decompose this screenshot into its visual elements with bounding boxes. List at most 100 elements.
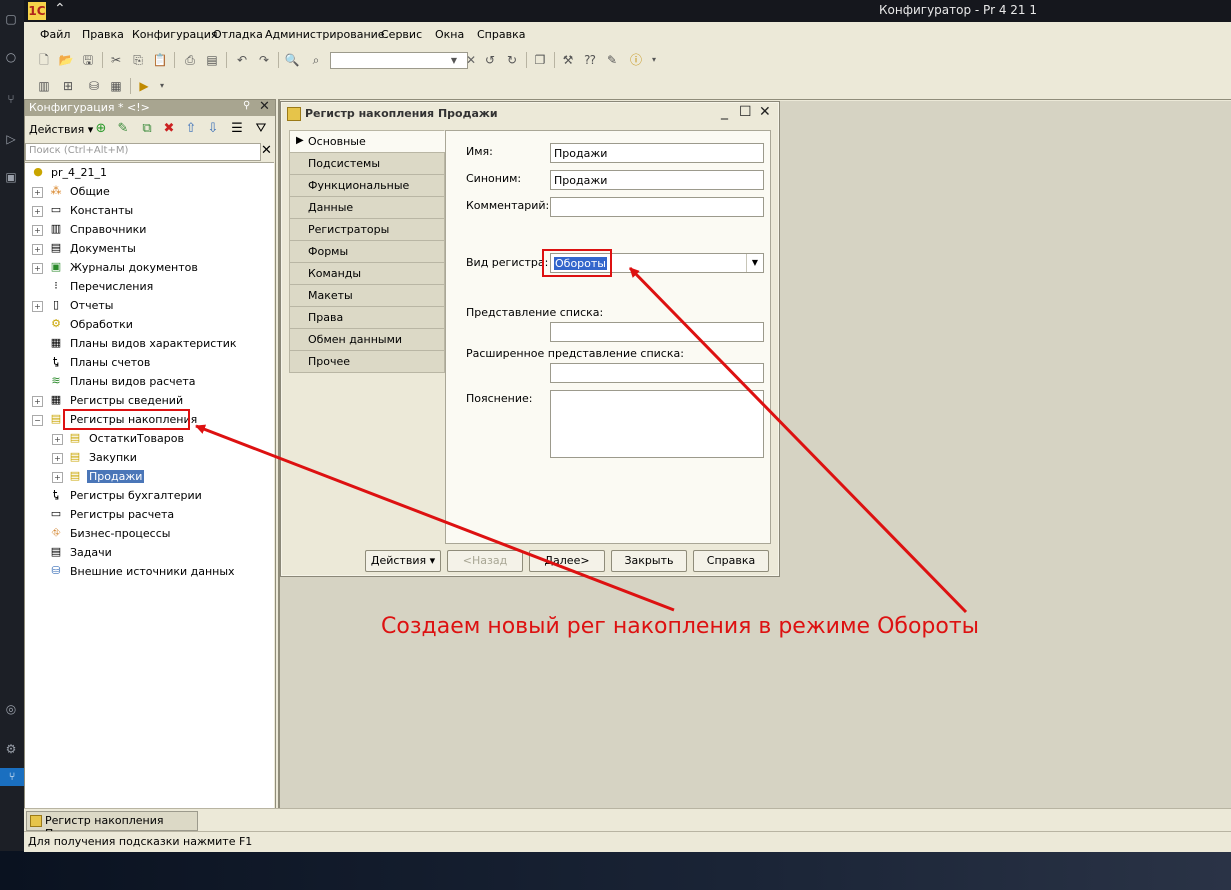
tab-data[interactable]: Данные bbox=[289, 196, 445, 219]
table-icon[interactable]: ▦ bbox=[108, 78, 124, 94]
chevron-down-icon[interactable]: ▾ bbox=[646, 52, 662, 68]
syntax-helper-icon[interactable]: ✎ bbox=[604, 52, 620, 68]
filter-icon[interactable]: ⛛ bbox=[253, 121, 269, 137]
tree-item-label: Планы видов характеристик bbox=[70, 337, 237, 350]
paste-icon[interactable]: 📋 bbox=[152, 52, 168, 68]
copy-icon[interactable]: ⎘ bbox=[130, 52, 146, 68]
tree-search-input[interactable]: Поиск (Ctrl+Alt+M) bbox=[25, 143, 261, 161]
tab-commands[interactable]: Команды bbox=[289, 262, 445, 285]
gear-icon[interactable]: ⚙ bbox=[3, 742, 19, 756]
run-icon[interactable]: ▷ bbox=[3, 132, 19, 146]
add-child-icon[interactable]: ⧉ bbox=[139, 121, 155, 137]
actions-menu-button[interactable]: Действия ▾ bbox=[29, 123, 93, 136]
windows-icon[interactable]: ❐ bbox=[532, 52, 548, 68]
edit-icon[interactable]: ✎ bbox=[115, 121, 131, 137]
chevron-down-icon[interactable]: ▾ bbox=[154, 78, 170, 94]
expand-icon[interactable]: + bbox=[32, 225, 43, 236]
expand-icon[interactable]: + bbox=[32, 206, 43, 217]
back-button[interactable]: <Назад bbox=[447, 550, 523, 572]
expand-icon[interactable]: + bbox=[52, 434, 63, 445]
help-content-icon[interactable]: ⁇ bbox=[582, 52, 598, 68]
tab-rights[interactable]: Права bbox=[289, 306, 445, 329]
menu-debug[interactable]: Отладка bbox=[213, 28, 263, 41]
search-icon[interactable]: ○ bbox=[3, 50, 19, 64]
move-down-icon[interactable]: ⇩ bbox=[205, 121, 221, 137]
tab-registrars[interactable]: Регистраторы bbox=[289, 218, 445, 241]
collapse-icon[interactable]: − bbox=[32, 415, 43, 426]
remote-icon[interactable]: ⑂ bbox=[0, 768, 24, 786]
menu-windows[interactable]: Окна bbox=[435, 28, 464, 41]
explanation-field[interactable] bbox=[550, 390, 764, 458]
close-icon[interactable]: ✕ bbox=[259, 143, 274, 159]
menu-administration[interactable]: Администрирование bbox=[265, 28, 385, 41]
list-repr-field[interactable] bbox=[550, 322, 764, 342]
expand-icon[interactable]: + bbox=[32, 301, 43, 312]
tab-subsystems[interactable]: Подсистемы bbox=[289, 152, 445, 175]
redo-icon[interactable]: ↷ bbox=[256, 52, 272, 68]
open-folder-icon[interactable]: 📂 bbox=[58, 52, 74, 68]
tab-basic[interactable]: ▶ Основные bbox=[289, 130, 445, 153]
compare-icon[interactable]: ⊞ bbox=[60, 78, 76, 94]
ext-list-repr-field[interactable] bbox=[550, 363, 764, 383]
find-in-folder-icon[interactable]: 🔍 bbox=[284, 52, 300, 68]
menu-edit[interactable]: Правка bbox=[82, 28, 124, 41]
close-icon[interactable]: ✕ bbox=[259, 99, 270, 114]
search-icon[interactable]: ⌕ bbox=[308, 52, 324, 68]
new-file-icon[interactable]: 🗋 bbox=[36, 52, 52, 68]
help-button[interactable]: Справка bbox=[693, 550, 769, 572]
chevron-down-icon[interactable]: ▼ bbox=[746, 254, 763, 272]
expand-icon[interactable]: + bbox=[52, 453, 63, 464]
tab-templates[interactable]: Макеты bbox=[289, 284, 445, 307]
tab-other[interactable]: Прочее bbox=[289, 350, 445, 373]
tab-forms[interactable]: Формы bbox=[289, 240, 445, 263]
delete-icon[interactable]: ✖ bbox=[161, 121, 177, 137]
tab-data-exchange[interactable]: Обмен данными bbox=[289, 328, 445, 351]
close-button[interactable]: Закрыть bbox=[611, 550, 687, 572]
name-field[interactable]: Продажи bbox=[550, 143, 764, 163]
expand-icon[interactable]: + bbox=[32, 244, 43, 255]
expand-icon[interactable]: + bbox=[52, 472, 63, 483]
expand-icon[interactable]: + bbox=[32, 187, 43, 198]
database-update-icon[interactable]: ⛁ bbox=[86, 78, 102, 94]
maximize-icon[interactable]: ☐ bbox=[739, 104, 752, 120]
print-icon[interactable]: ⎙ bbox=[182, 52, 198, 68]
source-control-icon[interactable]: ⑂ bbox=[3, 92, 19, 106]
move-up-icon[interactable]: ⇧ bbox=[183, 121, 199, 137]
extensions-icon[interactable]: ▣ bbox=[3, 170, 19, 184]
menu-help[interactable]: Справка bbox=[477, 28, 525, 41]
print-preview-icon[interactable]: ▤ bbox=[204, 52, 220, 68]
next-button[interactable]: Далее> bbox=[529, 550, 605, 572]
window-title: Конфигуратор - Pr 4 21 1 bbox=[879, 3, 1037, 17]
account-icon[interactable]: ◎ bbox=[3, 702, 19, 716]
find-prev-icon[interactable]: ↺ bbox=[482, 52, 498, 68]
menu-configuration[interactable]: Конфигурация bbox=[132, 28, 218, 41]
config-tree-icon[interactable]: ▥ bbox=[36, 78, 52, 94]
synonym-field[interactable]: Продажи bbox=[550, 170, 764, 190]
dialog-actions-button[interactable]: Действия ▾ bbox=[365, 550, 441, 572]
start-debug-icon[interactable]: ▶ bbox=[136, 78, 152, 94]
close-icon[interactable]: ✕ bbox=[759, 104, 771, 120]
expand-icon[interactable]: + bbox=[32, 263, 43, 274]
save-icon[interactable]: 🖫 bbox=[80, 52, 96, 68]
menu-file[interactable]: Файл bbox=[40, 28, 70, 41]
cut-icon[interactable]: ✂ bbox=[108, 52, 124, 68]
expand-icon[interactable]: + bbox=[32, 396, 43, 407]
chevron-down-icon[interactable]: ▼ bbox=[446, 53, 462, 68]
app-logo-icon: 1С bbox=[28, 2, 46, 20]
info-icon[interactable]: ⓘ bbox=[628, 52, 644, 68]
pin-icon[interactable]: ⚲ bbox=[243, 100, 250, 111]
comment-field[interactable] bbox=[550, 197, 764, 217]
find-next-icon[interactable]: ↻ bbox=[504, 52, 520, 68]
chevron-up-icon[interactable]: ⌃ bbox=[54, 1, 66, 17]
wizard-icon[interactable]: ⚒ bbox=[560, 52, 576, 68]
undo-icon[interactable]: ↶ bbox=[234, 52, 250, 68]
list-icon[interactable]: ☰ bbox=[229, 121, 245, 137]
close-icon[interactable]: ✕ bbox=[464, 52, 478, 68]
taskbar-item-register[interactable]: Регистр накопления Продажи bbox=[26, 811, 198, 840]
dataprocessors-icon: ⚙ bbox=[51, 317, 61, 330]
menu-service[interactable]: Сервис bbox=[381, 28, 422, 41]
tab-functional-options[interactable]: Функциональные опции bbox=[289, 174, 445, 205]
files-icon[interactable]: ▢ bbox=[3, 12, 19, 26]
add-icon[interactable]: ⊕ bbox=[93, 121, 109, 137]
minimize-icon[interactable]: _ bbox=[721, 104, 728, 120]
